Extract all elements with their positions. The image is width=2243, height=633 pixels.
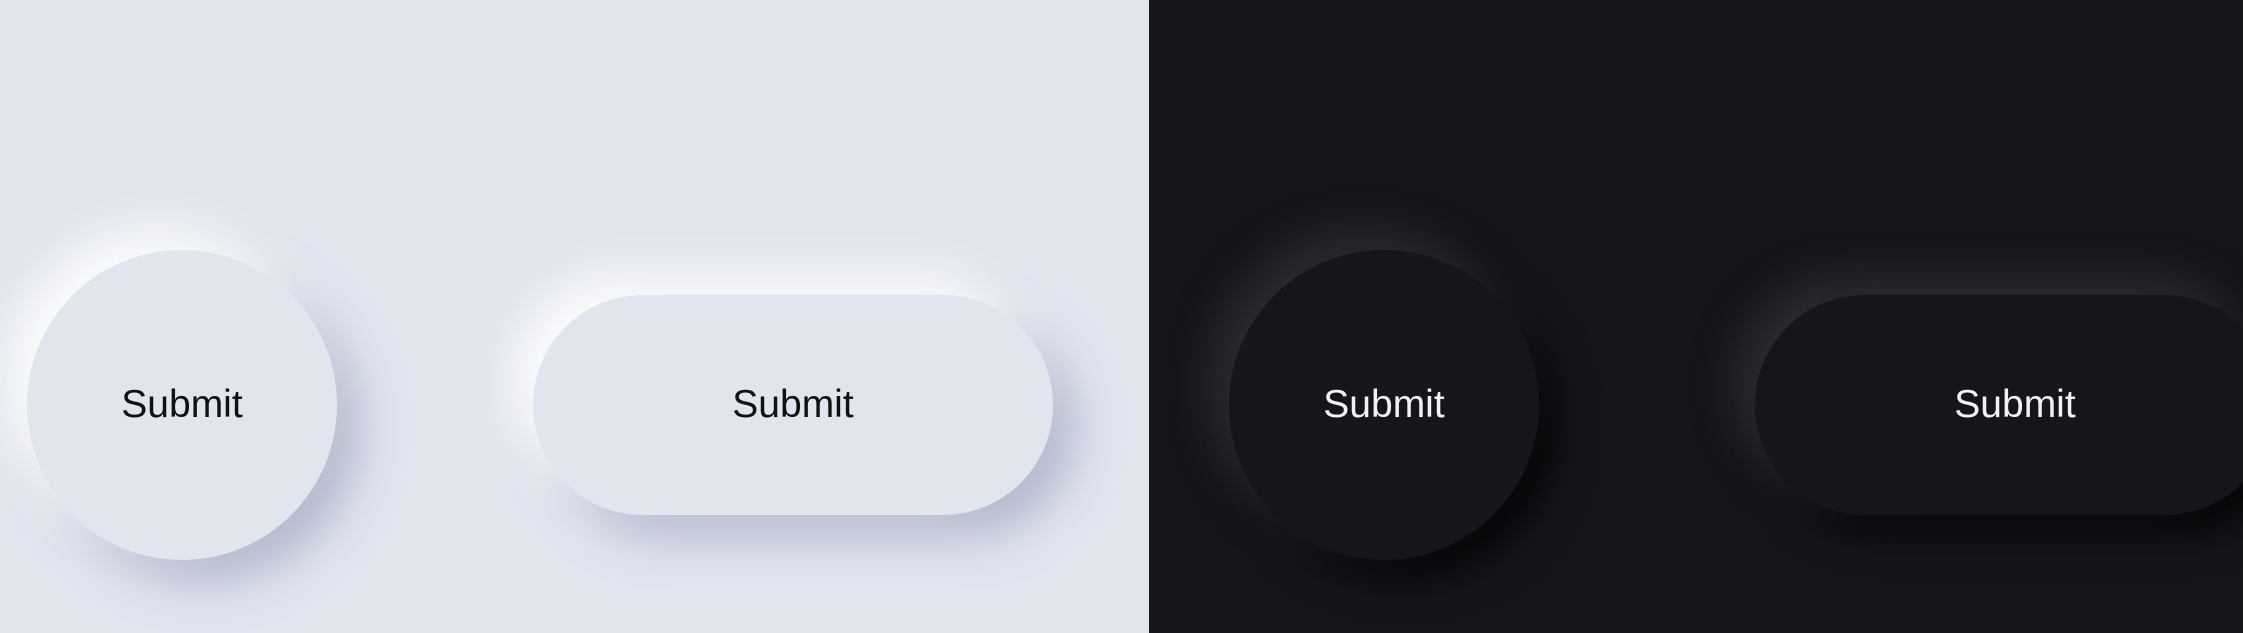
neumorphic-buttons-showcase: Submit Submit Submit Submit	[0, 0, 2243, 633]
light-circle-submit-button[interactable]: Submit	[27, 250, 337, 560]
dark-pill-submit-button[interactable]: Submit	[1755, 295, 2243, 515]
button-label: Submit	[121, 383, 243, 426]
light-theme-panel: Submit Submit	[0, 0, 1149, 633]
dark-theme-panel: Submit Submit	[1149, 0, 2243, 633]
dark-circle-submit-button[interactable]: Submit	[1229, 250, 1539, 560]
button-label: Submit	[732, 383, 854, 426]
light-pill-submit-button[interactable]: Submit	[533, 295, 1053, 515]
button-label: Submit	[1323, 383, 1445, 426]
button-label: Submit	[1954, 383, 2076, 426]
